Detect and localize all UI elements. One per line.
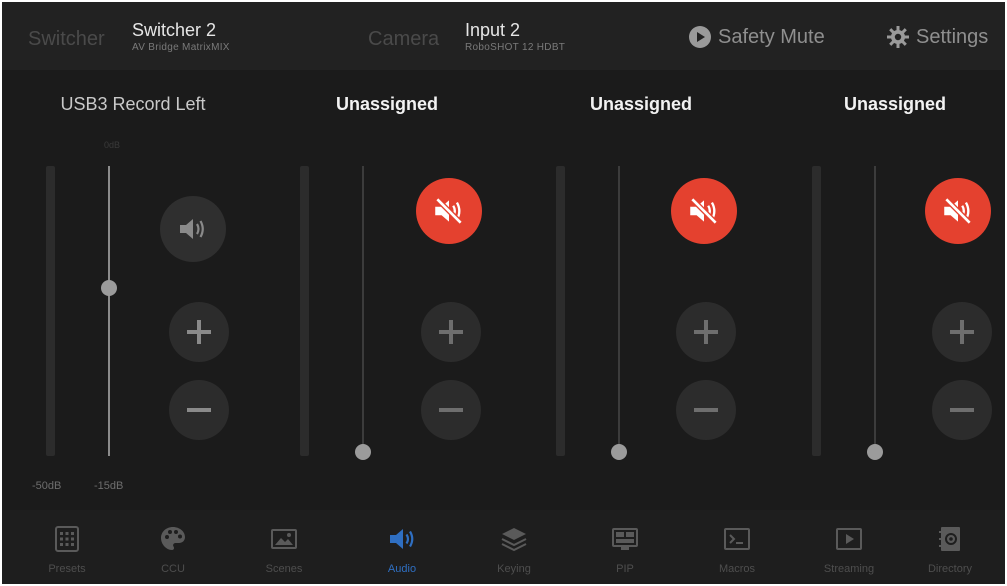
settings-button[interactable]: Settings [886, 22, 988, 52]
top-bar: Switcher Switcher 2 AV Bridge MatrixMIX … [2, 2, 1005, 70]
nav-label: PIP [616, 563, 634, 575]
level-meter [556, 166, 565, 456]
speaker-muted-icon [690, 197, 718, 225]
volume-down-button[interactable] [169, 380, 229, 440]
audio-channel-3: Unassigned [518, 70, 772, 510]
nav-label: Presets [48, 563, 86, 575]
palette-icon [161, 527, 185, 550]
volume-up-button[interactable] [932, 302, 992, 362]
plus-icon [950, 320, 974, 344]
nav-label: Macros [718, 563, 756, 575]
volume-slider-track[interactable] [618, 166, 620, 456]
nav-label: Streaming [823, 563, 875, 575]
safety-mute-button[interactable]: Safety Mute [688, 22, 825, 52]
address-book-icon [939, 527, 960, 551]
volume-slider-handle[interactable] [611, 444, 627, 460]
level-meter [812, 166, 821, 456]
minus-icon [439, 408, 463, 412]
nav-pip[interactable]: PIP [570, 510, 680, 584]
settings-label: Settings [916, 25, 989, 48]
volume-slider-track[interactable] [362, 166, 364, 456]
minus-icon [950, 408, 974, 412]
mute-toggle-button[interactable] [416, 178, 482, 244]
volume-down-button[interactable] [932, 380, 992, 440]
audio-control-screen: Switcher Switcher 2 AV Bridge MatrixMIX … [2, 2, 1005, 584]
scale-mark: 0dB [104, 140, 121, 150]
level-meter [300, 166, 309, 456]
mute-toggle-button[interactable] [925, 178, 991, 244]
volume-down-button[interactable] [421, 380, 481, 440]
volume-slider-handle[interactable] [867, 444, 883, 460]
speaker-icon [180, 219, 204, 239]
nav-label: Audio [387, 563, 417, 575]
pip-icon [612, 528, 638, 550]
nav-scenes[interactable]: Scenes [229, 510, 339, 584]
speaker-muted-icon [944, 197, 972, 225]
nav-directory[interactable]: Directory [895, 510, 1005, 584]
plus-icon [187, 320, 211, 344]
mute-toggle-button[interactable] [160, 196, 226, 262]
volume-up-button[interactable] [169, 302, 229, 362]
volume-up-button[interactable] [676, 302, 736, 362]
play-circle-icon [689, 26, 711, 48]
minus-icon [694, 408, 718, 412]
nav-label: CCU [161, 563, 185, 575]
audio-channel-2: Unassigned [264, 70, 518, 510]
channel-title: Unassigned [589, 94, 693, 114]
minus-icon [187, 408, 211, 412]
meter-min-label: -50dB [32, 480, 62, 492]
play-box-icon [836, 528, 862, 550]
switcher-model: AV Bridge MatrixMIX [132, 42, 230, 53]
speaker-muted-icon [435, 197, 463, 225]
nav-presets[interactable]: Presets [12, 510, 122, 584]
layers-icon [501, 528, 527, 552]
level-meter [46, 166, 55, 456]
grid-icon [55, 526, 79, 552]
terminal-icon [724, 528, 750, 550]
nav-label: Keying [497, 563, 531, 575]
safety-mute-label: Safety Mute [718, 25, 825, 48]
nav-keying[interactable]: Keying [459, 510, 569, 584]
nav-ccu[interactable]: CCU [118, 510, 228, 584]
speaker-icon [390, 529, 414, 549]
meter-max-label: -15dB [94, 480, 124, 492]
camera-name[interactable]: Input 2 [465, 20, 520, 41]
channel-title: USB3 Record Left [60, 94, 206, 114]
volume-down-button[interactable] [676, 380, 736, 440]
nav-label: Scenes [265, 563, 303, 575]
plus-icon [439, 320, 463, 344]
volume-slider-track[interactable] [874, 166, 876, 456]
audio-channel-1: USB3 Record Left 0dB -50dB -15dB [10, 70, 264, 510]
volume-up-button[interactable] [421, 302, 481, 362]
nav-label: Directory [927, 563, 972, 575]
volume-slider-track[interactable] [108, 166, 110, 456]
camera-model: RoboSHOT 12 HDBT [465, 42, 566, 53]
volume-slider-handle[interactable] [101, 279, 117, 296]
nav-audio[interactable]: Audio [347, 510, 457, 584]
switcher-name[interactable]: Switcher 2 [132, 20, 216, 41]
gear-icon [887, 26, 909, 48]
camera-label: Camera [368, 28, 440, 50]
bottom-nav: Presets CCU Scenes Audio Keying PIP Macr… [2, 510, 1005, 584]
nav-streaming[interactable]: Streaming [794, 510, 904, 584]
audio-channel-4: Unassigned [772, 70, 1005, 510]
channel-title: Unassigned [843, 94, 947, 114]
nav-macros[interactable]: Macros [682, 510, 792, 584]
volume-slider-handle[interactable] [355, 444, 371, 460]
image-icon [271, 529, 297, 549]
switcher-label: Switcher [28, 28, 105, 50]
channel-title: Unassigned [335, 94, 439, 114]
plus-icon [694, 320, 718, 344]
mute-toggle-button[interactable] [671, 178, 737, 244]
